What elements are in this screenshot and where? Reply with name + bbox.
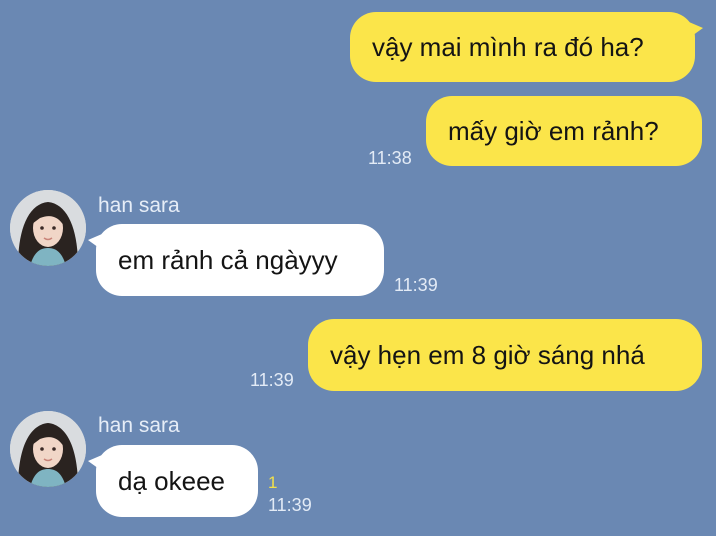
message-text: mấy giờ em rảnh? <box>448 116 659 146</box>
message-text: dạ okeee <box>118 466 225 496</box>
outgoing-message-bubble[interactable]: mấy giờ em rảnh? <box>426 96 702 166</box>
outgoing-message-bubble[interactable]: vậy mai mình ra đó ha? <box>350 12 703 82</box>
contact-avatar[interactable] <box>10 190 86 266</box>
message-text: vậy mai mình ra đó ha? <box>372 32 644 62</box>
chat-thread[interactable]: vậy mai mình ra đó ha? mấy giờ em rảnh? … <box>0 0 716 536</box>
incoming-message-bubble[interactable]: em rảnh cả ngàyyy <box>88 224 384 296</box>
message-timestamp: 11:39 <box>268 495 312 515</box>
message-timestamp: 11:39 <box>394 275 438 295</box>
sender-name: han sara <box>98 194 180 217</box>
message-text: vậy hẹn em 8 giờ sáng nhá <box>330 340 645 370</box>
outgoing-message-bubble[interactable]: vậy hẹn em 8 giờ sáng nhá <box>308 319 702 391</box>
message-text: em rảnh cả ngàyyy <box>118 245 338 275</box>
message-timestamp: 11:39 <box>250 370 294 390</box>
avatar-photo <box>10 411 86 487</box>
contact-avatar[interactable] <box>10 411 86 487</box>
message-timestamp: 11:38 <box>368 148 412 168</box>
incoming-message-bubble[interactable]: dạ okeee <box>88 445 258 517</box>
sender-name: han sara <box>98 414 180 437</box>
avatar-photo <box>10 190 86 266</box>
unread-count-badge: 1 <box>268 473 278 492</box>
